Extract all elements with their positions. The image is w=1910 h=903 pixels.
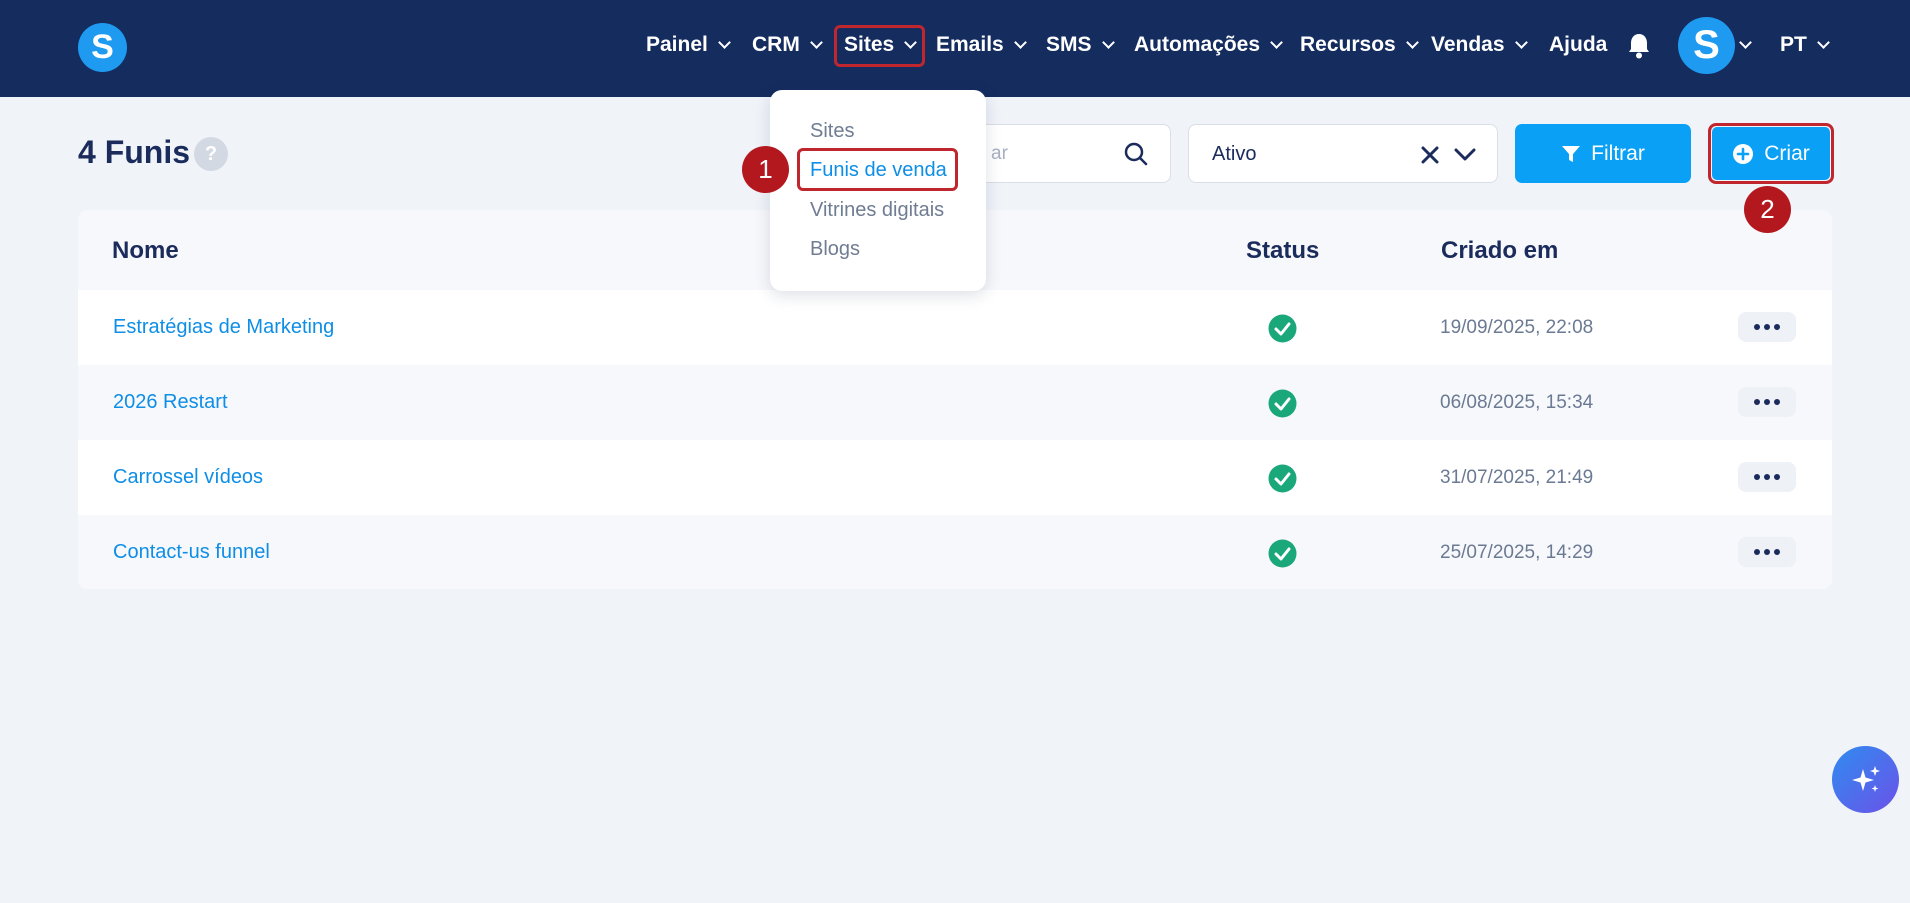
more-options-button[interactable] <box>1738 462 1796 492</box>
dot-icon <box>1774 324 1780 330</box>
column-header-status[interactable]: Status <box>1246 237 1319 265</box>
status-select[interactable]: Ativo <box>1188 124 1498 183</box>
column-header-name[interactable]: Nome <box>112 237 179 265</box>
chevron-down-icon <box>1739 35 1752 49</box>
nav-item-sites[interactable]: Sites <box>844 27 918 63</box>
check-circle-icon <box>1268 464 1297 493</box>
avatar[interactable]: S <box>1678 17 1735 74</box>
chevron-down-icon <box>1405 35 1419 49</box>
dropdown-item-vitrines-digitais[interactable]: Vitrines digitais <box>810 199 944 222</box>
chevron-down-icon <box>904 35 918 49</box>
dot-icon <box>1754 474 1760 480</box>
funnel-name-link[interactable]: Contact-us funnel <box>113 541 270 564</box>
nav-label: Ajuda <box>1549 33 1608 56</box>
chevron-down-icon <box>809 35 823 49</box>
nav-label: CRM <box>752 33 800 56</box>
filter-icon <box>1562 145 1581 162</box>
dot-icon <box>1754 549 1760 555</box>
nav-label: SMS <box>1046 33 1092 56</box>
table-row: 2026 Restart 06/08/2025, 15:34 <box>78 365 1832 440</box>
more-options-button[interactable] <box>1738 537 1796 567</box>
dot-icon <box>1764 324 1770 330</box>
filter-button-label: Filtrar <box>1591 141 1645 165</box>
check-circle-icon <box>1268 539 1297 568</box>
sparkles-icon <box>1851 765 1880 792</box>
chevron-down-icon <box>1013 35 1027 49</box>
account-menu-toggle[interactable] <box>1739 27 1752 63</box>
dot-icon <box>1774 474 1780 480</box>
app-logo[interactable]: S <box>78 23 127 72</box>
chevron-down-icon[interactable] <box>1454 148 1476 162</box>
created-date: 19/09/2025, 22:08 <box>1440 317 1594 338</box>
dot-icon <box>1764 549 1770 555</box>
status-select-value: Ativo <box>1212 143 1257 165</box>
funnel-name-link[interactable]: Carrossel vídeos <box>113 466 263 489</box>
nav-label: Automações <box>1134 33 1261 56</box>
nav-label: Sites <box>844 33 895 56</box>
search-icon[interactable] <box>1124 142 1148 166</box>
create-button[interactable]: Criar <box>1712 127 1830 180</box>
language-label: PT <box>1780 33 1807 56</box>
language-selector[interactable]: PT <box>1780 27 1830 63</box>
nav-label: Emails <box>936 33 1004 56</box>
step-badge: 2 <box>1744 186 1791 233</box>
created-date: 06/08/2025, 15:34 <box>1440 392 1594 413</box>
nav-label: Vendas <box>1431 33 1505 56</box>
table-row: Estratégias de Marketing 19/09/2025, 22:… <box>78 290 1832 365</box>
dot-icon <box>1754 399 1760 405</box>
bell-icon[interactable] <box>1627 33 1651 59</box>
dropdown-item-blogs[interactable]: Blogs <box>810 238 860 261</box>
more-options-button[interactable] <box>1738 387 1796 417</box>
chevron-down-icon <box>1816 35 1830 49</box>
nav-label: Painel <box>646 33 708 56</box>
created-date: 25/07/2025, 14:29 <box>1440 542 1594 563</box>
nav-item-crm[interactable]: CRM <box>752 27 823 63</box>
dot-icon <box>1764 399 1770 405</box>
nav-item-recursos[interactable]: Recursos <box>1300 27 1419 63</box>
dot-icon <box>1764 474 1770 480</box>
dot-icon <box>1774 549 1780 555</box>
create-button-label: Criar <box>1764 141 1810 165</box>
nav-item-automacoes[interactable]: Automações <box>1134 27 1283 63</box>
top-navigation-bar: S Painel CRM Sites Emails SMS Automações… <box>0 0 1910 97</box>
dot-icon <box>1754 324 1760 330</box>
dropdown-item-sites[interactable]: Sites <box>810 120 854 143</box>
nav-item-painel[interactable]: Painel <box>646 27 731 63</box>
chevron-down-icon <box>1514 35 1528 49</box>
funnel-name-link[interactable]: 2026 Restart <box>113 391 228 414</box>
check-circle-icon <box>1268 314 1297 343</box>
chevron-down-icon <box>718 35 731 49</box>
dropdown-item-highlight <box>797 148 958 191</box>
help-icon[interactable]: ? <box>194 137 228 171</box>
nav-label: Recursos <box>1300 33 1396 56</box>
ai-assistant-button[interactable] <box>1832 746 1899 813</box>
chevron-down-icon <box>1270 35 1283 49</box>
step-badge: 1 <box>742 146 789 193</box>
chevron-down-icon <box>1101 35 1115 49</box>
plus-circle-icon <box>1733 143 1754 164</box>
page-title: 4 Funis <box>78 134 191 170</box>
more-options-button[interactable] <box>1738 312 1796 342</box>
nav-item-emails[interactable]: Emails <box>936 27 1027 63</box>
table-row: Contact-us funnel 25/07/2025, 14:29 <box>78 515 1832 589</box>
nav-item-sms[interactable]: SMS <box>1046 27 1115 63</box>
created-date: 31/07/2025, 21:49 <box>1440 467 1594 488</box>
search-placeholder: ar <box>991 143 1008 164</box>
dot-icon <box>1774 399 1780 405</box>
check-circle-icon <box>1268 389 1297 418</box>
table-row: Carrossel vídeos 31/07/2025, 21:49 <box>78 440 1832 515</box>
column-header-created[interactable]: Criado em <box>1441 237 1558 265</box>
clear-icon[interactable] <box>1421 146 1439 164</box>
nav-item-vendas[interactable]: Vendas <box>1431 27 1528 63</box>
filter-button[interactable]: Filtrar <box>1515 124 1691 183</box>
funnel-name-link[interactable]: Estratégias de Marketing <box>113 316 334 339</box>
nav-item-ajuda[interactable]: Ajuda <box>1549 27 1607 63</box>
